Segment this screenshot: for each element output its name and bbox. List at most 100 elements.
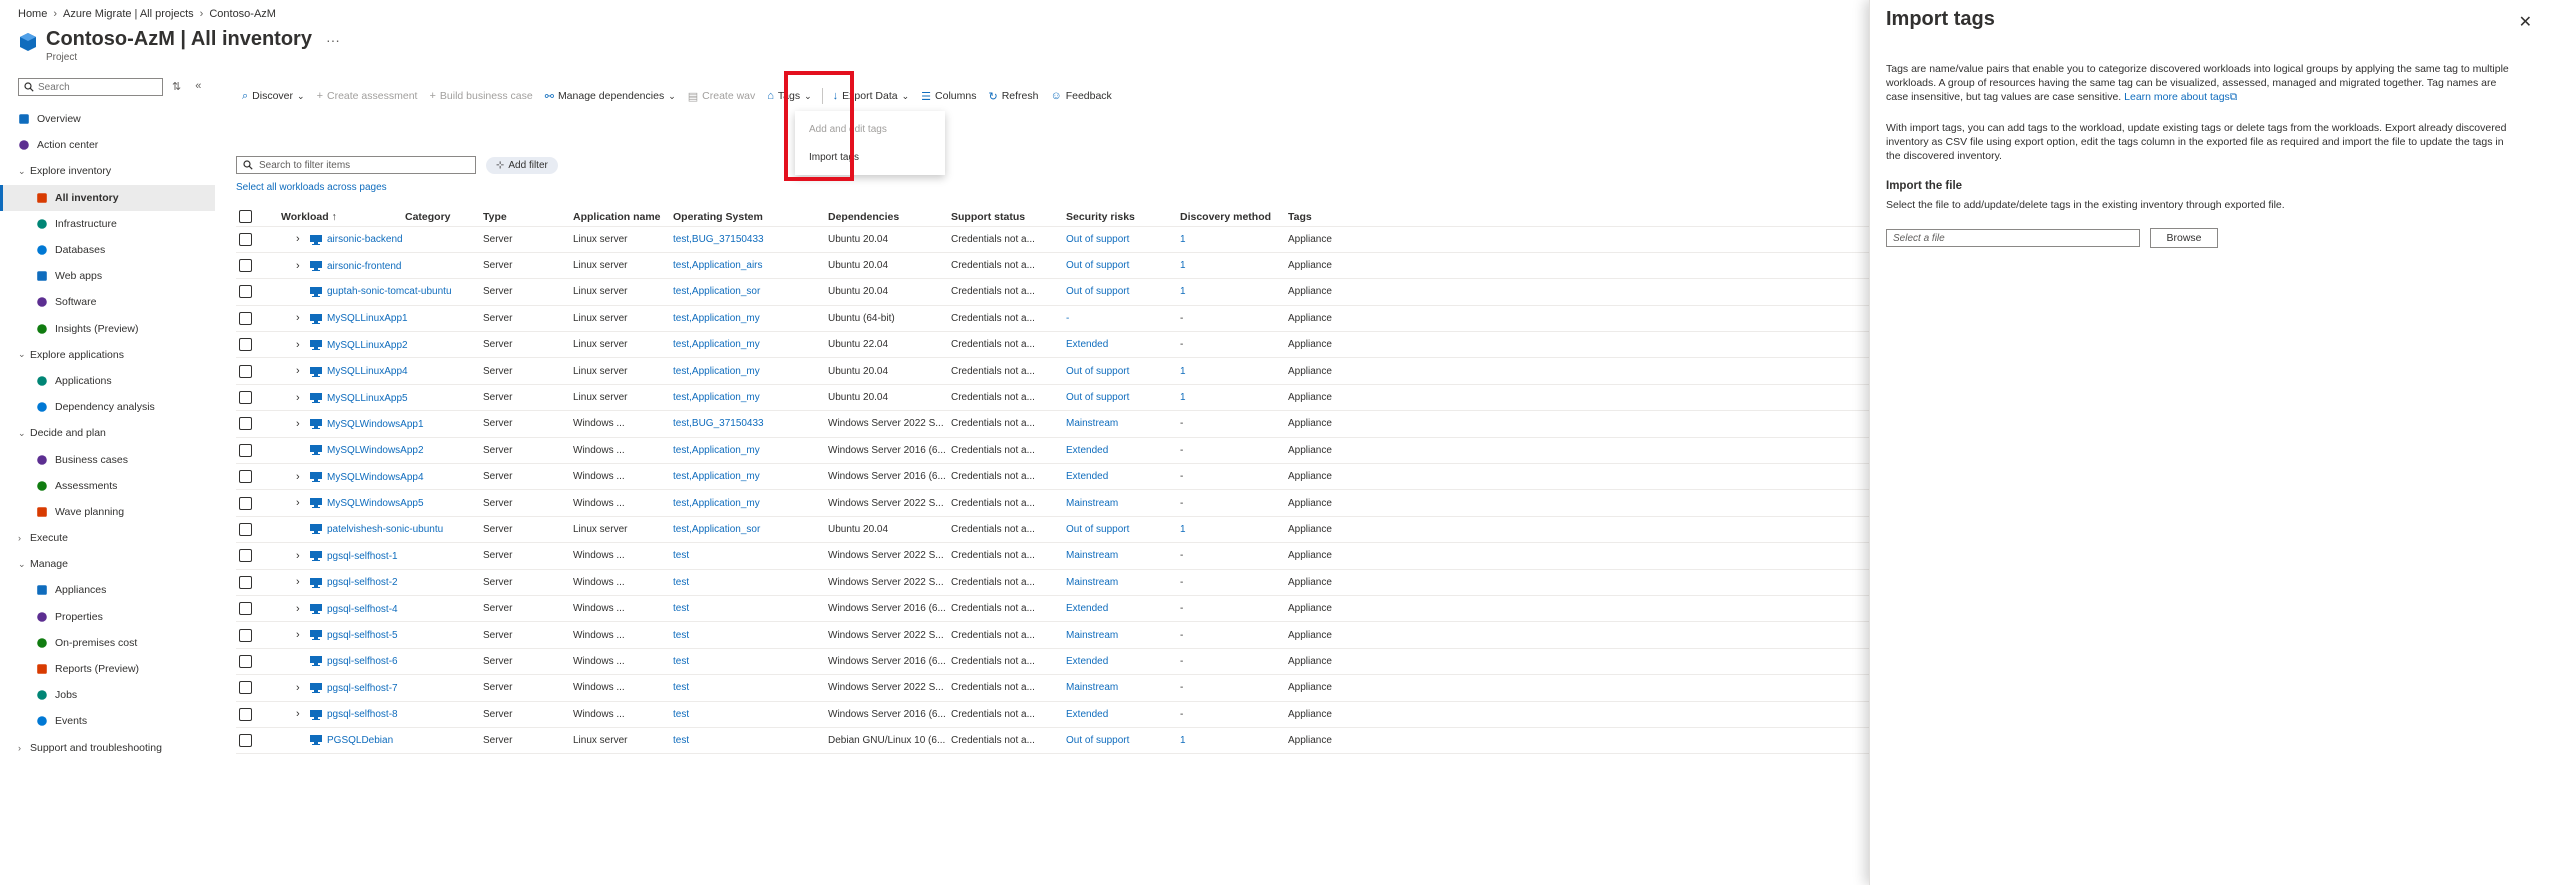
- sidebar-item-wave-planning[interactable]: Wave planning: [0, 499, 215, 525]
- support-status-cell-text[interactable]: -: [1066, 313, 1069, 324]
- workload-link[interactable]: MySQLLinuxApp1: [327, 313, 408, 324]
- refresh-button[interactable]: ↻ Refresh: [982, 90, 1044, 103]
- row-checkbox[interactable]: [239, 602, 252, 616]
- select-all-workloads-link[interactable]: Select all workloads across pages: [236, 182, 387, 193]
- support-status-cell[interactable]: Mainstream: [1063, 489, 1177, 517]
- chevron-right-icon[interactable]: ›: [296, 418, 310, 430]
- workload-link[interactable]: pgsql-selfhost-8: [327, 709, 398, 720]
- application-cell-text[interactable]: test,Application_my: [673, 313, 760, 324]
- support-status-cell-text[interactable]: Extended: [1066, 445, 1108, 456]
- support-status-cell-text[interactable]: Extended: [1066, 603, 1108, 614]
- application-cell-text[interactable]: test: [673, 603, 689, 614]
- application-cell[interactable]: test,Application_my: [670, 357, 825, 385]
- sidebar-item-assessments[interactable]: Assessments: [0, 473, 215, 499]
- application-cell[interactable]: test,Application_my: [670, 331, 825, 359]
- application-cell-text[interactable]: test: [673, 577, 689, 588]
- sidebar-item-support-and-troubleshooting[interactable]: › Support and troubleshooting: [0, 735, 215, 761]
- application-cell[interactable]: test: [670, 727, 825, 755]
- security-risks-cell[interactable]: 1: [1177, 226, 1285, 253]
- breadcrumb-projects[interactable]: Azure Migrate | All projects: [63, 8, 194, 20]
- table-row[interactable]: › airsonic-frontend Server Linux server test…: [236, 252, 1876, 280]
- security-risks-cell-text[interactable]: 1: [1180, 524, 1186, 535]
- application-cell-text[interactable]: test: [673, 630, 689, 641]
- row-checkbox[interactable]: [239, 285, 252, 299]
- row-checkbox[interactable]: [239, 364, 252, 378]
- workload-link[interactable]: pgsql-selfhost-4: [327, 604, 398, 615]
- sidebar-item-appliances[interactable]: Appliances: [0, 577, 215, 603]
- application-cell[interactable]: test: [670, 648, 825, 676]
- application-cell-text[interactable]: test,Application_my: [673, 471, 760, 482]
- support-status-cell-text[interactable]: Extended: [1066, 339, 1108, 350]
- table-row[interactable]: › pgsql-selfhost-2 Server Windows ... test Wi…: [236, 569, 1876, 596]
- application-cell[interactable]: test: [670, 569, 825, 596]
- security-risks-cell-text[interactable]: 1: [1180, 392, 1186, 403]
- discover-button[interactable]: ⌕ Discover ⌄: [236, 90, 311, 103]
- table-row[interactable]: › pgsql-selfhost-1 Server Windows ... test Wi…: [236, 542, 1876, 570]
- support-status-cell[interactable]: Out of support: [1063, 278, 1177, 306]
- build-business-case-button[interactable]: + Build business case: [423, 90, 538, 102]
- column-header-support[interactable]: Support status: [948, 208, 1063, 227]
- sidebar-item-jobs[interactable]: Jobs: [0, 682, 215, 708]
- support-status-cell[interactable]: Mainstream: [1063, 674, 1177, 702]
- application-cell-text[interactable]: test,Application_my: [673, 445, 760, 456]
- chevron-right-icon[interactable]: ›: [296, 312, 310, 324]
- support-status-cell[interactable]: Out of support: [1063, 357, 1177, 385]
- collapse-sidebar-icon[interactable]: «: [195, 80, 201, 93]
- support-status-cell-text[interactable]: Mainstream: [1066, 498, 1118, 509]
- application-cell-text[interactable]: test,Application_sor: [673, 524, 760, 535]
- feedback-button[interactable]: ☺ Feedback: [1044, 90, 1117, 102]
- sidebar-item-infrastructure[interactable]: Infrastructure: [0, 211, 215, 237]
- row-checkbox[interactable]: [239, 232, 252, 246]
- support-status-cell[interactable]: Extended: [1063, 331, 1177, 359]
- table-row[interactable]: › airsonic-backend Server Linux server test,…: [236, 226, 1876, 253]
- application-cell-text[interactable]: test,BUG_37150433: [673, 418, 764, 429]
- workload-link[interactable]: MySQLWindowsApp5: [327, 498, 424, 509]
- table-row[interactable]: › pgsql-selfhost-8 Server Windows ... test Wi…: [236, 701, 1876, 728]
- workload-link[interactable]: MySQLLinuxApp5: [327, 393, 408, 404]
- application-cell[interactable]: test,Application_airs: [670, 252, 825, 280]
- application-cell[interactable]: test: [670, 674, 825, 702]
- row-checkbox[interactable]: [239, 417, 252, 431]
- column-header-security[interactable]: Security risks: [1063, 208, 1177, 227]
- workload-link[interactable]: pgsql-selfhost-7: [327, 683, 398, 694]
- sidebar-item-on-premises-cost[interactable]: On-premises cost: [0, 630, 215, 656]
- security-risks-cell-text[interactable]: 1: [1180, 366, 1186, 377]
- application-cell[interactable]: test,Application_my: [670, 489, 825, 517]
- application-cell-text[interactable]: test,Application_my: [673, 366, 760, 377]
- breadcrumb-home[interactable]: Home: [18, 8, 47, 20]
- column-header-application[interactable]: Application name: [570, 208, 670, 227]
- sidebar-item-events[interactable]: Events: [0, 708, 215, 734]
- row-checkbox[interactable]: [239, 470, 252, 484]
- column-header-type[interactable]: Type: [480, 208, 570, 227]
- support-status-cell[interactable]: Extended: [1063, 437, 1177, 465]
- workload-link[interactable]: pgsql-selfhost-6: [327, 656, 398, 667]
- chevron-right-icon[interactable]: ›: [296, 682, 310, 694]
- sidebar-item-insights-preview[interactable]: Insights (Preview): [0, 316, 215, 342]
- table-row[interactable]: › MySQLLinuxApp2 Server Linux server test,Ap…: [236, 331, 1876, 359]
- workload-link[interactable]: airsonic-frontend: [327, 261, 401, 272]
- sidebar-item-applications[interactable]: Applications: [0, 368, 215, 394]
- columns-button[interactable]: ☰ Columns: [915, 90, 982, 103]
- application-cell[interactable]: test,BUG_37150433: [670, 226, 825, 253]
- support-status-cell-text[interactable]: Out of support: [1066, 234, 1129, 245]
- support-status-cell[interactable]: Mainstream: [1063, 621, 1177, 649]
- sidebar-search[interactable]: [18, 78, 163, 96]
- chevron-right-icon[interactable]: ›: [296, 233, 310, 245]
- workload-link[interactable]: MySQLLinuxApp4: [327, 366, 408, 377]
- chevron-right-icon[interactable]: ›: [296, 550, 310, 562]
- support-status-cell-text[interactable]: Mainstream: [1066, 418, 1118, 429]
- table-row[interactable]: › MySQLWindowsApp5 Server Windows ... test,A…: [236, 489, 1876, 517]
- table-row[interactable]: › pgsql-selfhost-5 Server Windows ... test Wi…: [236, 621, 1876, 649]
- learn-more-link[interactable]: Learn more about tags⧉: [2124, 91, 2237, 103]
- select-all-checkbox[interactable]: [239, 210, 252, 224]
- table-row[interactable]: › MySQLWindowsApp1 Server Windows ... test,B…: [236, 410, 1876, 438]
- row-checkbox[interactable]: [239, 707, 252, 721]
- create-wave-button[interactable]: ▤ Create wav: [682, 90, 762, 103]
- column-header-os[interactable]: Operating System: [670, 208, 825, 227]
- create-assessment-button[interactable]: + Create assessment: [311, 90, 424, 102]
- support-status-cell-text[interactable]: Mainstream: [1066, 577, 1118, 588]
- table-row[interactable]: › pgsql-selfhost-4 Server Windows ... test Wi…: [236, 595, 1876, 623]
- support-status-cell-text[interactable]: Extended: [1066, 656, 1108, 667]
- support-status-cell-text[interactable]: Extended: [1066, 471, 1108, 482]
- support-status-cell-text[interactable]: Extended: [1066, 709, 1108, 720]
